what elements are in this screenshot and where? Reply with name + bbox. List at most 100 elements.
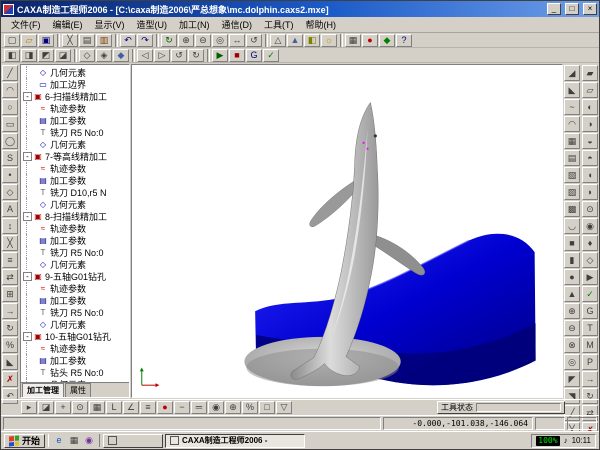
visibility-toggle-button[interactable]: ◉ xyxy=(208,401,224,414)
edit-delete-button[interactable]: ✗ xyxy=(2,371,18,387)
surface-mesh-button[interactable]: ▦ xyxy=(564,133,580,149)
tree-item[interactable]: -▣8-扫描线精加工 xyxy=(21,210,129,222)
tree-item[interactable]: ◇几何元素 xyxy=(21,258,129,270)
draw-dimension-button[interactable]: ↕ xyxy=(2,218,18,234)
cut-button[interactable]: ╳ xyxy=(62,34,78,47)
menu-communication[interactable]: 通信(D) xyxy=(216,17,259,32)
current-point-type-button[interactable]: ⊕ xyxy=(225,401,241,414)
menu-file[interactable]: 文件(F) xyxy=(5,17,47,32)
close-button[interactable]: × xyxy=(583,3,597,15)
tree-tab-machining[interactable]: 加工管理 xyxy=(22,383,64,397)
flat-finish-button[interactable]: ◗ xyxy=(582,184,598,200)
menu-view[interactable]: 显示(V) xyxy=(89,17,131,32)
traj-generate-button[interactable]: ♦ xyxy=(582,235,598,251)
menu-model[interactable]: 造型(U) xyxy=(131,17,174,32)
linewidth-button[interactable]: ═ xyxy=(191,401,207,414)
tree-item[interactable]: -▣9-五轴G01钻孔 xyxy=(21,270,129,282)
zoom-next-button[interactable]: ▷ xyxy=(154,49,170,62)
draw-ellipse-button[interactable]: ◯ xyxy=(2,133,18,149)
surface-sweep-button[interactable]: ~ xyxy=(564,99,580,115)
redraw-button[interactable]: ↻ xyxy=(161,34,177,47)
tree-expander[interactable]: - xyxy=(23,152,32,161)
generate-gcode-button[interactable]: G xyxy=(246,49,262,62)
rough-contour-button[interactable]: ▱ xyxy=(582,82,598,98)
query-element-button[interactable]: ◆ xyxy=(379,34,395,47)
zoom-out-button[interactable]: ⊖ xyxy=(195,34,211,47)
solid-sphere-button[interactable]: ● xyxy=(564,269,580,285)
edit-offset-button[interactable]: ≡ xyxy=(2,252,18,268)
redo-button[interactable]: ↷ xyxy=(137,34,153,47)
help-button[interactable]: ? xyxy=(396,34,412,47)
tree-item[interactable]: T钻头 R5 No:0 xyxy=(21,366,129,378)
snap-grid-button[interactable]: ▦ xyxy=(89,401,105,414)
view-xy-button[interactable]: ◧ xyxy=(4,49,20,62)
scale-display-button[interactable]: % xyxy=(242,401,258,414)
tree-expander[interactable]: - xyxy=(23,92,32,101)
tree-item[interactable]: -▣7-等高线精加工 xyxy=(21,150,129,162)
draw-rect-button[interactable]: ▭ xyxy=(2,116,18,132)
draw-point-button[interactable]: • xyxy=(2,167,18,183)
tree-item[interactable]: T铣刀 R5 No:0 xyxy=(21,126,129,138)
finish-equal-height-button[interactable]: ◒ xyxy=(582,133,598,149)
tree-expander[interactable]: - xyxy=(23,272,32,281)
boolean-subtract-button[interactable]: ⊖ xyxy=(564,320,580,336)
display-wireframe-button[interactable]: ◇ xyxy=(79,49,95,62)
rough-scanline-button[interactable]: ▰ xyxy=(582,65,598,81)
tracking-button[interactable]: □ xyxy=(259,401,275,414)
volume-icon[interactable]: ♪ xyxy=(564,436,568,445)
viewport-3d[interactable] xyxy=(131,64,563,398)
pick-tool-button[interactable]: ▸ xyxy=(21,401,37,414)
minimize-button[interactable]: _ xyxy=(547,3,561,15)
tree-expander[interactable]: - xyxy=(23,212,32,221)
tree-item[interactable]: ▤加工参数 xyxy=(21,174,129,186)
tree-expander[interactable]: - xyxy=(23,332,32,341)
tree-item[interactable]: T铣刀 D10,r5 N xyxy=(21,186,129,198)
color-settings-button[interactable]: ● xyxy=(362,34,378,47)
edit-array-button[interactable]: ⊞ xyxy=(2,286,18,302)
undo-button[interactable]: ↶ xyxy=(120,34,136,47)
traj-verify-button[interactable]: ✓ xyxy=(582,286,598,302)
tree-item[interactable]: ≈轨迹参数 xyxy=(21,102,129,114)
tree-item[interactable]: T铣刀 R5 No:0 xyxy=(21,246,129,258)
simulate-play-button[interactable]: ▶ xyxy=(212,49,228,62)
surface-loft-button[interactable]: ◠ xyxy=(564,116,580,132)
polar-mode-button[interactable]: ∠ xyxy=(123,401,139,414)
boolean-union-button[interactable]: ⊕ xyxy=(564,303,580,319)
surface-offset-button[interactable]: ▤ xyxy=(564,150,580,166)
layer-control-button[interactable]: ≡ xyxy=(140,401,156,414)
sketch-plane-button[interactable]: ◪ xyxy=(38,401,54,414)
paste-button[interactable]: ▥ xyxy=(96,34,112,47)
draw-text-button[interactable]: A xyxy=(2,201,18,217)
finish-contour-button[interactable]: ◑ xyxy=(582,116,598,132)
traj-edit-button[interactable]: ◇ xyxy=(582,252,598,268)
render-material-button[interactable]: ◧ xyxy=(304,34,320,47)
feature-draft-button[interactable]: ◤ xyxy=(564,371,580,387)
pan-view-button[interactable]: ↔ xyxy=(229,34,245,47)
tool-library-button[interactable]: T xyxy=(582,320,598,336)
draw-line-button[interactable]: ╱ xyxy=(2,65,18,81)
machine-define-button[interactable]: M xyxy=(582,337,598,353)
tree-item[interactable]: ▤加工参数 xyxy=(21,234,129,246)
tree-item[interactable]: ≈轨迹参数 xyxy=(21,342,129,354)
new-file-button[interactable]: ▢ xyxy=(4,34,20,47)
display-shaded-button[interactable]: ◆ xyxy=(113,49,129,62)
tree-item[interactable]: ◇几何元素 xyxy=(21,198,129,210)
five-axis-drill-button[interactable]: ◉ xyxy=(582,218,598,234)
edit-chamfer-button[interactable]: ◣ xyxy=(2,354,18,370)
start-button[interactable]: 开始 xyxy=(4,434,45,448)
element-filter-button[interactable]: ▽ xyxy=(276,401,292,414)
tree-item[interactable]: ◇几何元素 xyxy=(21,318,129,330)
coord-system-button[interactable]: + xyxy=(55,401,71,414)
tree-tab-properties[interactable]: 属性 xyxy=(65,383,91,397)
view-iso-button[interactable]: ◪ xyxy=(55,49,71,62)
menu-machining[interactable]: 加工(N) xyxy=(173,17,216,32)
display-hidden-line-button[interactable]: ◈ xyxy=(96,49,112,62)
zoom-all-button[interactable]: ◎ xyxy=(212,34,228,47)
linetype-button[interactable]: − xyxy=(174,401,190,414)
draw-arc-button[interactable]: ◠ xyxy=(2,82,18,98)
solid-box-button[interactable]: ■ xyxy=(564,235,580,251)
rotate-view-button[interactable]: ↺ xyxy=(246,34,262,47)
save-file-button[interactable]: ▣ xyxy=(38,34,54,47)
maximize-button[interactable]: □ xyxy=(565,3,579,15)
tree-item[interactable]: -▣10-五轴G01钻孔 xyxy=(21,330,129,342)
